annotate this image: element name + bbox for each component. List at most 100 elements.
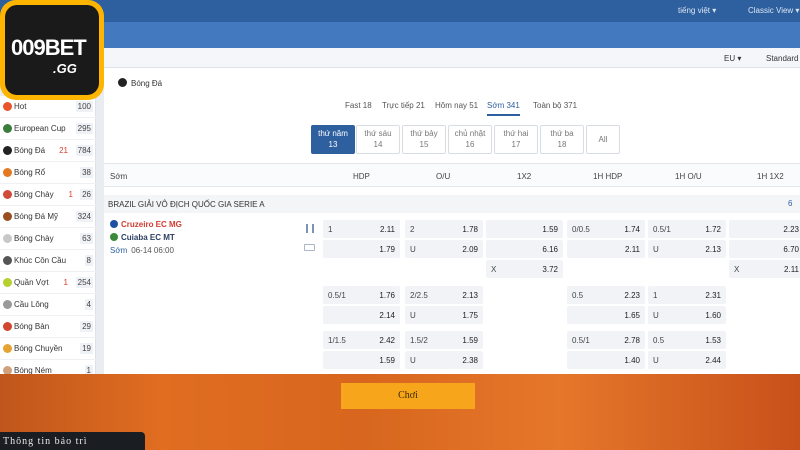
day-date: 18: [557, 140, 567, 149]
odds-cell[interactable]: 0.5 2.23: [567, 286, 645, 304]
odds-cell[interactable]: 0.5/1 2.78: [567, 331, 645, 349]
live-tv-icon[interactable]: [304, 244, 315, 251]
day-filter-button[interactable]: thứ hai 17: [494, 125, 538, 154]
tab-filter[interactable]: Toàn bộ 371: [533, 101, 577, 110]
odds-cell[interactable]: U 2.09: [405, 240, 483, 258]
odds-price: 1.59: [379, 356, 395, 365]
day-name: All: [598, 135, 608, 144]
classic-view-toggle[interactable]: Classic View ▾: [748, 6, 799, 15]
odds-cell[interactable]: 0.5/1 1.76: [323, 286, 400, 304]
odds-cell[interactable]: 1.59: [323, 351, 400, 369]
sidebar-item[interactable]: Cầu Lông 4: [0, 294, 96, 316]
odds-cell[interactable]: U 2.38: [405, 351, 483, 369]
play-button[interactable]: Chơi: [341, 383, 475, 409]
odds-cell[interactable]: 0/0.5 1.74: [567, 220, 645, 238]
col-ou: O/U: [436, 172, 451, 181]
top-bar: tiếng việt ▾ Classic View ▾: [0, 0, 800, 22]
site-logo[interactable]: 009BET .GG: [0, 0, 104, 100]
sidebar-item[interactable]: Bóng Chày 26 1: [0, 184, 96, 206]
col-1h-1x2: 1H 1X2: [757, 172, 784, 181]
sidebar-item[interactable]: Bóng Đá 784 21: [0, 140, 96, 162]
odds-cell[interactable]: 2/2.5 2.13: [405, 286, 483, 304]
odds-cell[interactable]: 2.14: [323, 306, 400, 324]
language-selector[interactable]: tiếng việt ▾: [678, 6, 716, 15]
day-filter-button[interactable]: thứ năm 13: [311, 125, 355, 154]
baseball-icon: [3, 234, 12, 243]
odds-price: 1.79: [379, 245, 395, 254]
odds-cell[interactable]: X 2.11: [729, 260, 800, 278]
statistics-icon[interactable]: [306, 224, 314, 233]
odds-line: U: [653, 311, 659, 320]
odds-cell[interactable]: 6.70: [729, 240, 800, 258]
market-view-selector[interactable]: Standard: [766, 54, 798, 63]
sidebar-item-label: Bóng Rổ: [14, 168, 46, 177]
day-filter-button[interactable]: thứ sáu 14: [356, 125, 400, 154]
odds-cell[interactable]: 0.5 1.53: [648, 331, 726, 349]
soccer-ball-icon: [3, 146, 12, 155]
odds-cell[interactable]: 1/1.5 2.42: [323, 331, 400, 349]
odds-cell[interactable]: U 1.75: [405, 306, 483, 324]
tab-filter[interactable]: Fast 18: [345, 101, 372, 110]
day-date: 16: [465, 140, 475, 149]
odds-price: 6.70: [783, 245, 799, 254]
odds-cell[interactable]: 1.40: [567, 351, 645, 369]
sidebar-item[interactable]: Bóng Chày 63: [0, 228, 96, 250]
sidebar-item[interactable]: Quần Vợt 254 1: [0, 272, 96, 294]
count-badge: 63: [80, 233, 93, 244]
sidebar-item[interactable]: Bóng Rổ 38: [0, 162, 96, 184]
odds-cell[interactable]: 2 1.78: [405, 220, 483, 238]
sidebar-item[interactable]: Bóng Đá Mỹ 324: [0, 206, 96, 228]
maintenance-info[interactable]: Thông tin bảo trì: [0, 432, 145, 450]
tab-filter[interactable]: Trực tiếp 21: [382, 101, 425, 110]
odds-cell[interactable]: 1.79: [323, 240, 400, 258]
odds-price: 2.78: [624, 336, 640, 345]
odds-price: 1.75: [462, 311, 478, 320]
odds-cell[interactable]: U 2.13: [648, 240, 726, 258]
odds-cell[interactable]: 1.5/2 1.59: [405, 331, 483, 349]
odds-price: 2.11: [380, 225, 395, 234]
odds-cell[interactable]: 2.23: [729, 220, 800, 238]
odds-line: U: [653, 245, 659, 254]
home-team[interactable]: Cruzeiro EC MG: [110, 220, 182, 229]
sidebar-item[interactable]: Bóng Chuyền 19: [0, 338, 96, 360]
odds-cell[interactable]: 1.65: [567, 306, 645, 324]
tab-filter[interactable]: Hôm nay 51: [435, 101, 478, 110]
count-badge: 19: [80, 343, 93, 354]
odds-cell[interactable]: 2.11: [567, 240, 645, 258]
league-row[interactable]: BRAZIL GIẢI VÔ ĐỊCH QUỐC GIA SERIE A 6: [104, 195, 800, 213]
sidebar-item-label: Bóng Bàn: [14, 322, 50, 331]
sidebar-item[interactable]: Khúc Côn Cầu 8: [0, 250, 96, 272]
live-count-badge: 1: [63, 278, 68, 287]
odds-cell[interactable]: U 2.44: [648, 351, 726, 369]
odds-price: 2.23: [783, 225, 799, 234]
day-filter-button[interactable]: chủ nhật 16: [448, 125, 492, 154]
odds-price: 2.31: [705, 291, 721, 300]
team-crest-icon: [110, 233, 118, 241]
odds-cell[interactable]: 1 2.31: [648, 286, 726, 304]
away-team[interactable]: Cuiaba EC MT: [110, 233, 182, 242]
odds-cell[interactable]: 6.16: [486, 240, 563, 258]
odds-cell[interactable]: X 3.72: [486, 260, 563, 278]
day-date: 17: [511, 140, 521, 149]
col-1h-ou: 1H O/U: [675, 172, 702, 181]
odds-price: 2.14: [379, 311, 395, 320]
odds-line: U: [653, 356, 659, 365]
odds-line: 1/1.5: [328, 336, 346, 345]
day-filter-button[interactable]: thứ ba 18: [540, 125, 584, 154]
odds-format-selector[interactable]: EU ▾: [724, 54, 741, 63]
count-badge: 100: [75, 101, 93, 112]
count-badge: 254: [75, 277, 93, 288]
odds-cell[interactable]: 1.59: [486, 220, 563, 238]
tab-filter[interactable]: Sớm 341: [487, 101, 520, 116]
day-filter-button[interactable]: All: [586, 125, 620, 154]
odds-cell[interactable]: 0.5/1 1.72: [648, 220, 726, 238]
sidebar-item[interactable]: European Cup 295: [0, 118, 96, 140]
euro-cup-icon: [3, 124, 12, 133]
odds-price: 1.40: [624, 356, 640, 365]
count-badge: 29: [80, 321, 93, 332]
day-filter-button[interactable]: thứ bảy 15: [402, 125, 446, 154]
odds-cell[interactable]: U 1.60: [648, 306, 726, 324]
odds-line: 0/0.5: [572, 225, 590, 234]
odds-cell[interactable]: 1 2.11: [323, 220, 400, 238]
sidebar-item[interactable]: Bóng Bàn 29: [0, 316, 96, 338]
